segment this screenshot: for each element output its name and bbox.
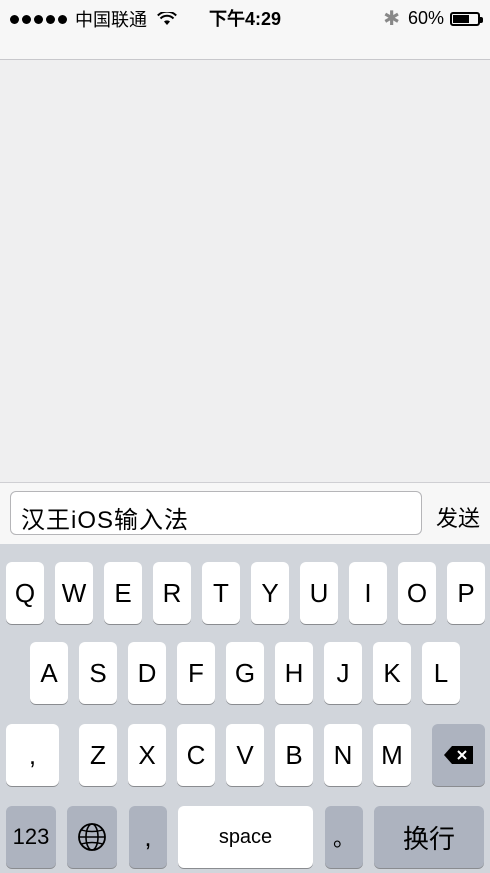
keyboard: Q W E R T Y U I O P A S D F G H J K L , … <box>0 544 490 873</box>
key-f[interactable]: F <box>177 642 215 704</box>
battery-icon <box>450 11 483 26</box>
key-comma-punct[interactable]: , <box>6 724 59 786</box>
backspace-key[interactable] <box>432 724 485 786</box>
send-button[interactable]: 发送 <box>436 501 480 533</box>
battery-percent: 60% <box>407 8 444 28</box>
key-j[interactable]: J <box>324 642 362 704</box>
key-x[interactable]: X <box>128 724 166 786</box>
key-g[interactable]: G <box>226 642 264 704</box>
backspace-icon <box>443 746 473 764</box>
key-z[interactable]: Z <box>79 724 117 786</box>
key-r[interactable]: R <box>153 562 191 624</box>
return-key[interactable]: 换行 <box>374 806 484 868</box>
key-m[interactable]: M <box>373 724 411 786</box>
key-o[interactable]: O <box>398 562 436 624</box>
key-h[interactable]: H <box>275 642 313 704</box>
space-key[interactable]: space <box>178 806 313 868</box>
message-input[interactable]: 汉王iOS输入法 <box>10 491 422 535</box>
key-e[interactable]: E <box>104 562 142 624</box>
key-d[interactable]: D <box>128 642 166 704</box>
key-l[interactable]: L <box>422 642 460 704</box>
input-bar: 汉王iOS输入法 发送 <box>0 482 490 544</box>
message-area <box>0 60 490 482</box>
key-y[interactable]: Y <box>251 562 289 624</box>
period-key[interactable]: 。 <box>325 806 363 868</box>
key-q[interactable]: Q <box>6 562 44 624</box>
key-s[interactable]: S <box>79 642 117 704</box>
numbers-key[interactable]: 123 <box>6 806 56 868</box>
key-a[interactable]: A <box>30 642 68 704</box>
globe-key[interactable] <box>67 806 117 868</box>
key-w[interactable]: W <box>55 562 93 624</box>
key-i[interactable]: I <box>349 562 387 624</box>
key-b[interactable]: B <box>275 724 313 786</box>
globe-icon <box>78 823 106 851</box>
key-t[interactable]: T <box>202 562 240 624</box>
key-n[interactable]: N <box>324 724 362 786</box>
status-bar: 中国联通 下午4:29 ✱ 60% <box>0 0 490 60</box>
bluetooth-icon: ✱ <box>383 8 400 30</box>
key-v[interactable]: V <box>226 724 264 786</box>
comma-key[interactable]: , <box>129 806 167 868</box>
key-p[interactable]: P <box>447 562 485 624</box>
key-k[interactable]: K <box>373 642 411 704</box>
key-c[interactable]: C <box>177 724 215 786</box>
key-u[interactable]: U <box>300 562 338 624</box>
